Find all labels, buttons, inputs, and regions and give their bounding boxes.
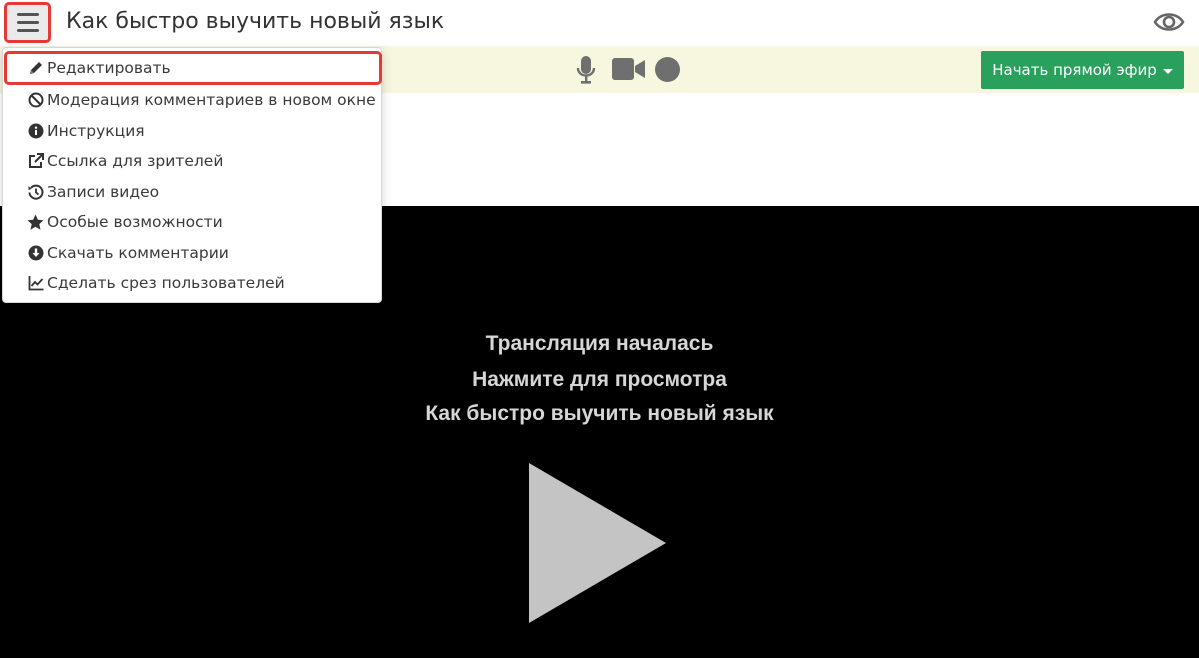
line-chart-icon: [27, 275, 44, 292]
start-live-button[interactable]: Начать прямой эфир: [981, 51, 1184, 89]
menu-item-moderation[interactable]: Модерация комментариев в новом окне: [3, 85, 381, 115]
menu-item-download-comments[interactable]: Скачать комментарии: [3, 238, 381, 268]
info-icon: [27, 123, 44, 140]
menu-item-label: Ссылка для зрителей: [47, 152, 224, 170]
menu-item-label: Модерация комментариев в новом окне: [47, 91, 376, 109]
download-icon: [27, 245, 44, 262]
menu-item-recordings[interactable]: Записи видео: [3, 177, 381, 207]
menu-item-viewer-link[interactable]: Ссылка для зрителей: [3, 146, 381, 176]
ban-icon: [27, 92, 44, 109]
star-icon: [27, 214, 44, 231]
menu-item-label: Сделать срез пользователей: [47, 274, 285, 292]
player-status-text: Трансляция началась: [485, 332, 714, 355]
menu-item-special-features[interactable]: Особые возможности: [3, 207, 381, 237]
player-hint-text: Нажмите для просмотра: [472, 368, 727, 391]
menu-item-user-snapshot[interactable]: Сделать срез пользователей: [3, 268, 381, 298]
pencil-icon: [27, 60, 44, 77]
top-header: Как быстро выучить новый язык: [0, 0, 1199, 46]
video-camera-icon[interactable]: [612, 57, 646, 81]
menu-item-instructions[interactable]: Инструкция: [3, 116, 381, 146]
hamburger-icon: [16, 13, 39, 16]
hamburger-menu-button[interactable]: [4, 2, 51, 43]
menu-item-label: Редактировать: [47, 59, 171, 77]
start-live-label: Начать прямой эфир: [992, 61, 1157, 79]
eye-icon[interactable]: [1153, 9, 1185, 35]
menu-item-label: Скачать комментарии: [47, 244, 229, 262]
menu-item-label: Записи видео: [47, 183, 160, 201]
menu-item-label: Инструкция: [47, 122, 145, 140]
menu-item-edit[interactable]: Редактировать: [4, 51, 382, 85]
page-title: Как быстро выучить новый язык: [66, 9, 445, 34]
menu-item-label: Особые возможности: [47, 213, 223, 231]
history-icon: [27, 184, 44, 201]
caret-down-icon: [1162, 68, 1173, 74]
play-icon[interactable]: [528, 462, 668, 624]
main-menu-dropdown: Редактировать Модерация комментариев в н…: [2, 47, 382, 303]
player-title-text: Как быстро выучить новый язык: [425, 402, 774, 425]
external-link-icon: [27, 153, 44, 170]
microphone-icon[interactable]: [576, 55, 596, 85]
record-icon[interactable]: [655, 57, 680, 82]
